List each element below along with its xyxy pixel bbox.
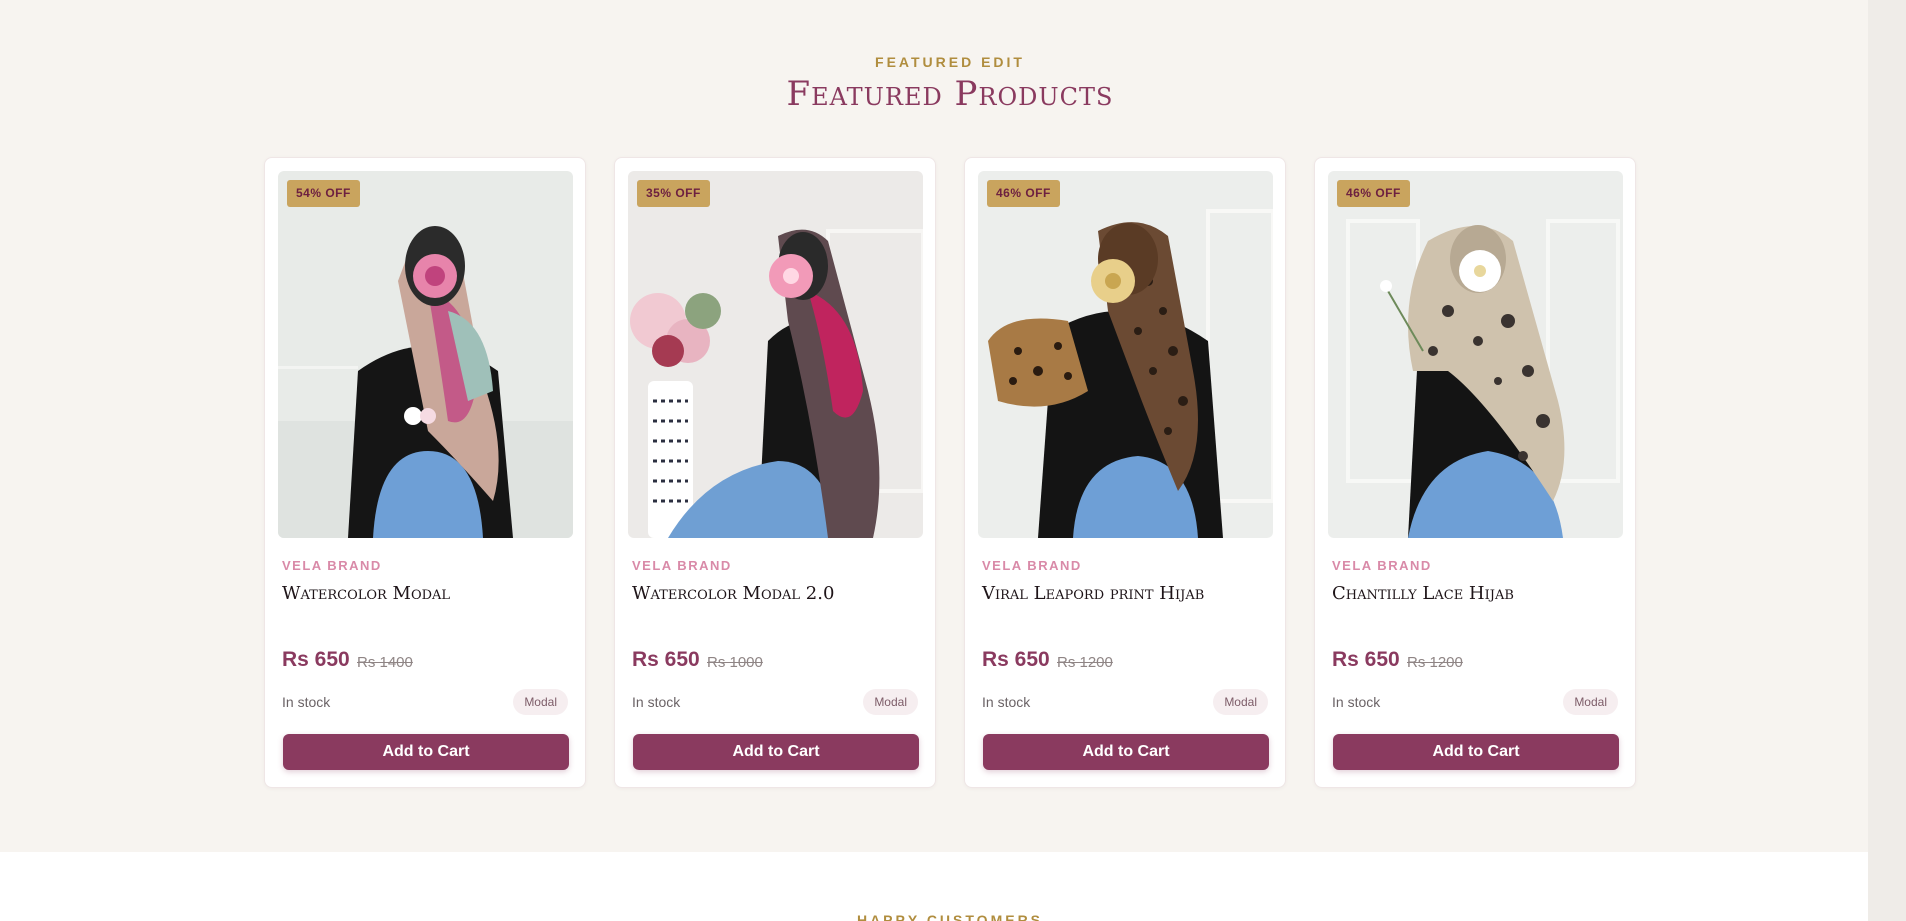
page-edge: [1868, 0, 1906, 921]
product-brand: VELA BRAND: [1332, 558, 1432, 573]
stock-status: In stock: [1332, 694, 1381, 710]
product-name[interactable]: Viral Leapord print Hijab: [982, 583, 1272, 604]
add-to-cart-button[interactable]: Add to Cart: [983, 734, 1269, 770]
product-image[interactable]: 35% OFF: [628, 171, 923, 538]
product-name[interactable]: Watercolor Modal: [282, 583, 572, 604]
discount-badge: 46% OFF: [987, 180, 1060, 207]
fabric-tag: Modal: [1213, 689, 1268, 715]
product-old-price: Rs 1400: [357, 654, 413, 671]
add-to-cart-button[interactable]: Add to Cart: [1333, 734, 1619, 770]
stock-status: In stock: [982, 694, 1031, 710]
section-title: Featured Products: [786, 74, 1114, 114]
product-old-price: Rs 1200: [1057, 654, 1113, 671]
happy-customers-eyebrow: HAPPY CUSTOMERS: [856, 912, 1044, 921]
product-old-price: Rs 1000: [707, 654, 763, 671]
product-card[interactable]: 35% OFF VELA BRAND Watercolor Modal 2.0 …: [614, 157, 936, 788]
stock-status: In stock: [632, 694, 681, 710]
product-brand: VELA BRAND: [982, 558, 1082, 573]
discount-badge: 46% OFF: [1337, 180, 1410, 207]
product-image[interactable]: 46% OFF: [1328, 171, 1623, 538]
add-to-cart-button[interactable]: Add to Cart: [633, 734, 919, 770]
product-brand: VELA BRAND: [282, 558, 382, 573]
happy-customers-section: [0, 852, 1868, 921]
product-old-price: Rs 1200: [1407, 654, 1463, 671]
fabric-tag: Modal: [1563, 689, 1618, 715]
product-price: Rs 650: [1332, 648, 1400, 671]
product-photo: [278, 171, 573, 538]
product-image[interactable]: 54% OFF: [278, 171, 573, 538]
product-photo: [1328, 171, 1623, 538]
discount-badge: 35% OFF: [637, 180, 710, 207]
stock-status: In stock: [282, 694, 331, 710]
product-brand: VELA BRAND: [632, 558, 732, 573]
product-grid: 54% OFF VELA BRAND Watercolor Modal Rs 6…: [264, 157, 1638, 788]
product-price: Rs 650: [982, 648, 1050, 671]
product-card[interactable]: 54% OFF VELA BRAND Watercolor Modal Rs 6…: [264, 157, 586, 788]
featured-products-section: FEATURED EDIT Featured Products 54% OFF …: [0, 0, 1868, 852]
section-eyebrow: FEATURED EDIT: [875, 54, 1025, 70]
product-name[interactable]: Chantilly Lace Hijab: [1332, 583, 1622, 604]
product-card[interactable]: 46% OFF VELA BRAND Viral Leapord print H…: [964, 157, 1286, 788]
fabric-tag: Modal: [863, 689, 918, 715]
product-photo: [628, 171, 923, 538]
product-photo: [978, 171, 1273, 538]
add-to-cart-button[interactable]: Add to Cart: [283, 734, 569, 770]
product-card[interactable]: 46% OFF VELA BRAND Chantilly Lace Hijab …: [1314, 157, 1636, 788]
discount-badge: 54% OFF: [287, 180, 360, 207]
product-price: Rs 650: [282, 648, 350, 671]
product-image[interactable]: 46% OFF: [978, 171, 1273, 538]
product-name[interactable]: Watercolor Modal 2.0: [632, 583, 922, 604]
fabric-tag: Modal: [513, 689, 568, 715]
product-price: Rs 650: [632, 648, 700, 671]
